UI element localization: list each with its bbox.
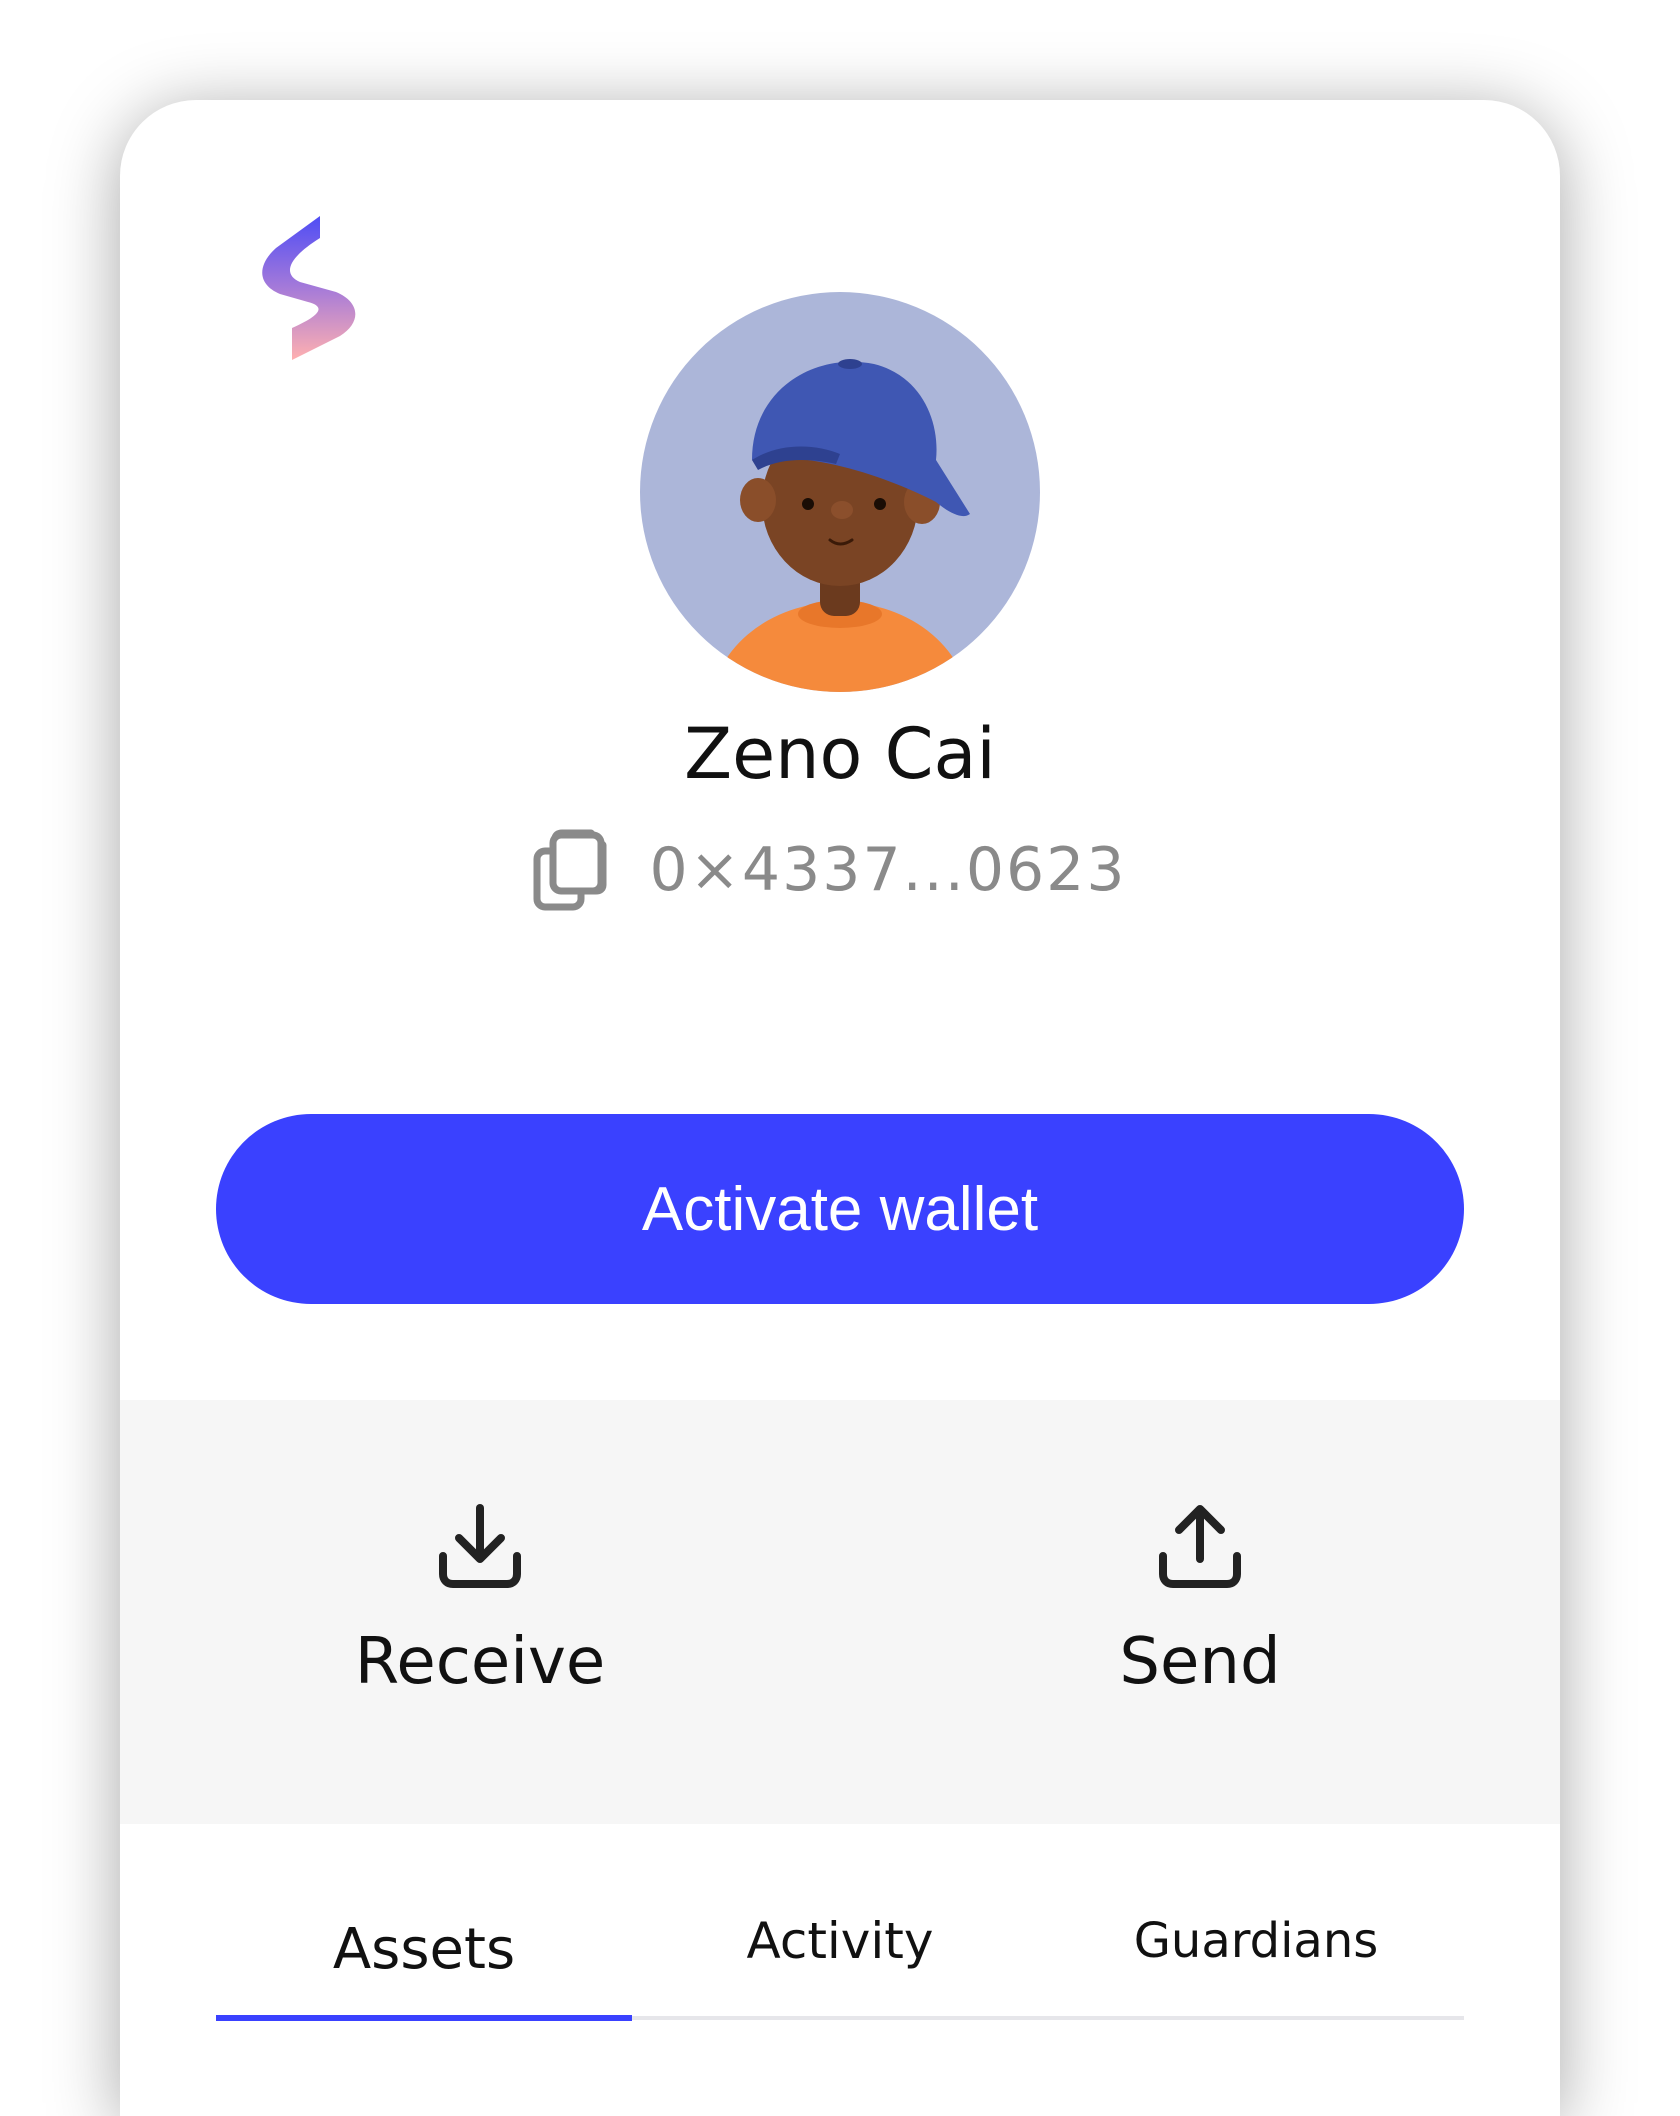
wallet-address: 0×4337...0623 (649, 835, 1127, 905)
send-button[interactable]: Send (1020, 1500, 1380, 1720)
tab-guardians[interactable]: Guardians (1048, 1876, 1464, 2006)
activate-wallet-button[interactable]: Activate wallet (216, 1114, 1464, 1304)
wallet-card: Zeno Cai 0×4337...0623 Activate wallet R… (120, 100, 1560, 2116)
upload-icon (1155, 1500, 1245, 1590)
tab-bar: Assets Activity Guardians (216, 1876, 1464, 2026)
copy-icon[interactable] (533, 829, 607, 911)
address-row[interactable]: 0×4337...0623 (120, 829, 1560, 911)
profile-name: Zeno Cai (684, 713, 996, 795)
bolt-logo-icon (258, 212, 368, 362)
send-label: Send (1119, 1625, 1281, 1699)
receive-button[interactable]: Receive (300, 1500, 660, 1720)
receive-label: Receive (354, 1625, 606, 1699)
tab-activity[interactable]: Activity (632, 1876, 1048, 2006)
tab-active-indicator (216, 2015, 632, 2021)
avatar (640, 292, 1040, 692)
download-icon (435, 1500, 525, 1590)
actions-panel: Receive Send (120, 1400, 1560, 1824)
tab-assets[interactable]: Assets (216, 1884, 632, 2014)
